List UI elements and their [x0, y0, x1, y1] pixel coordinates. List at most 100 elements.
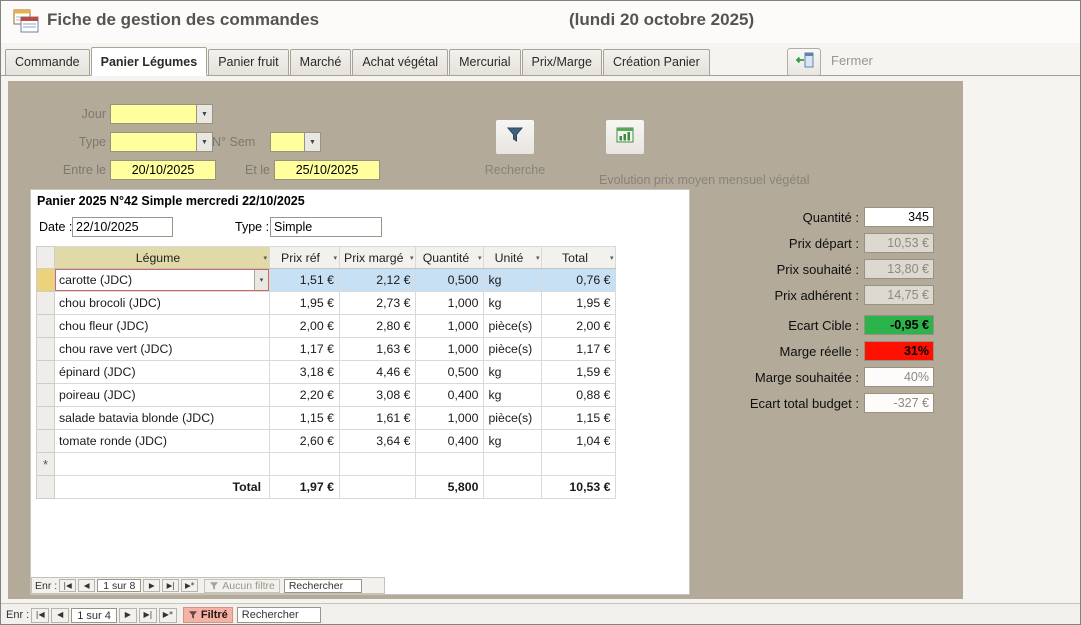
next-record-button[interactable]: ▶ [143, 579, 160, 592]
new-record-button[interactable]: ▶* [181, 579, 198, 592]
column-filter-arrow-icon[interactable]: ▾ [410, 254, 414, 262]
cell-unite[interactable] [484, 453, 542, 476]
cell-quantite[interactable]: 1,000 [416, 338, 484, 361]
chevron-down-icon[interactable]: ▼ [196, 104, 213, 124]
cell-editor[interactable]: carotte (JDC)▾ [55, 269, 269, 291]
cell-unite[interactable]: pièce(s) [484, 338, 542, 361]
cell-legume[interactable]: poireau (JDC) [55, 384, 270, 407]
date-debut-field[interactable]: 20/10/2025 [110, 160, 216, 180]
datasheet-corner[interactable] [37, 247, 55, 269]
column-header-total[interactable]: Total▾ [542, 247, 616, 269]
num-semaine-field[interactable] [270, 132, 304, 152]
cell-prix-ref[interactable]: 1,17 € [270, 338, 340, 361]
cell-legume[interactable]: carotte (JDC)▾ [55, 269, 270, 292]
cell-unite[interactable]: kg [484, 384, 542, 407]
cell-quantite[interactable] [416, 453, 484, 476]
cell-prix-marge[interactable]: 3,64 € [340, 430, 416, 453]
tab-panier-fruit[interactable]: Panier fruit [208, 49, 288, 76]
tab-commande[interactable]: Commande [5, 49, 90, 76]
cell-quantite[interactable]: 0,500 [416, 269, 484, 292]
date-fin-field[interactable]: 25/10/2025 [274, 160, 380, 180]
cell-prix-ref[interactable]: 1,15 € [270, 407, 340, 430]
type-filter-field[interactable] [110, 132, 196, 152]
cell-unite[interactable]: kg [484, 269, 542, 292]
cell-legume[interactable] [55, 453, 270, 476]
cell-prix-marge[interactable]: 1,63 € [340, 338, 416, 361]
row-selector[interactable] [37, 338, 55, 361]
cell-total[interactable] [542, 453, 616, 476]
column-filter-arrow-icon[interactable]: ▾ [333, 254, 337, 262]
cell-total[interactable]: 2,00 € [542, 315, 616, 338]
cell-unite[interactable]: pièce(s) [484, 315, 542, 338]
cell-prix-marge[interactable]: 2,73 € [340, 292, 416, 315]
row-selector[interactable] [37, 361, 55, 384]
cell-total[interactable]: 1,04 € [542, 430, 616, 453]
cell-quantite[interactable]: 0,500 [416, 361, 484, 384]
cell-prix-marge[interactable]: 2,80 € [340, 315, 416, 338]
datasheet-search-input[interactable]: Rechercher [284, 579, 362, 593]
cell-unite[interactable]: kg [484, 292, 542, 315]
row-selector[interactable] [37, 292, 55, 315]
first-record-button[interactable]: |◀ [31, 608, 49, 623]
cell-unite[interactable]: kg [484, 361, 542, 384]
row-selector[interactable] [37, 407, 55, 430]
row-selector[interactable] [37, 315, 55, 338]
column-header-unite[interactable]: Unité▾ [484, 247, 542, 269]
chevron-down-icon[interactable]: ▼ [196, 132, 213, 152]
cell-unite[interactable]: kg [484, 430, 542, 453]
cell-quantite[interactable]: 1,000 [416, 315, 484, 338]
new-record-selector[interactable]: * [37, 453, 55, 476]
column-filter-arrow-icon[interactable]: ▾ [536, 254, 540, 262]
previous-record-button[interactable]: ◀ [78, 579, 95, 592]
cell-prix-ref[interactable] [270, 453, 340, 476]
cell-legume[interactable]: chou rave vert (JDC) [55, 338, 270, 361]
cell-prix-ref[interactable]: 2,60 € [270, 430, 340, 453]
cell-prix-ref[interactable]: 1,95 € [270, 292, 340, 315]
column-header-quantite[interactable]: Quantité▾ [416, 247, 484, 269]
filter-state-toggle[interactable]: Filtré [183, 607, 233, 623]
cell-legume[interactable]: chou fleur (JDC) [55, 315, 270, 338]
cell-total[interactable]: 1,95 € [542, 292, 616, 315]
jour-field[interactable] [110, 104, 196, 124]
row-selector[interactable] [37, 430, 55, 453]
combo-arrow-icon[interactable]: ▾ [254, 270, 268, 290]
cell-legume[interactable]: tomate ronde (JDC) [55, 430, 270, 453]
cell-prix-ref[interactable]: 2,00 € [270, 315, 340, 338]
tab-panier-legumes[interactable]: Panier Légumes [91, 47, 208, 76]
summary-value-quantite[interactable]: 345 [864, 207, 934, 227]
evolution-button[interactable] [605, 119, 645, 155]
cell-prix-marge[interactable]: 3,08 € [340, 384, 416, 407]
jour-combobox[interactable]: ▼ [110, 104, 213, 124]
first-record-button[interactable]: |◀ [59, 579, 76, 592]
tab-creation-panier[interactable]: Création Panier [603, 49, 710, 76]
cell-quantite[interactable]: 0,400 [416, 384, 484, 407]
record-position[interactable]: 1 sur 8 [97, 579, 141, 592]
column-filter-arrow-icon[interactable]: ▾ [610, 254, 614, 262]
cell-prix-marge[interactable]: 2,12 € [340, 269, 416, 292]
cell-prix-ref[interactable]: 2,20 € [270, 384, 340, 407]
cell-quantite[interactable]: 1,000 [416, 292, 484, 315]
row-selector[interactable] [37, 269, 55, 292]
fermer-button[interactable] [787, 48, 821, 76]
tab-achat-vegetal[interactable]: Achat végétal [352, 49, 448, 76]
cell-legume[interactable]: épinard (JDC) [55, 361, 270, 384]
cell-total[interactable]: 1,59 € [542, 361, 616, 384]
last-record-button[interactable]: ▶| [162, 579, 179, 592]
cell-unite[interactable]: pièce(s) [484, 407, 542, 430]
cell-prix-marge[interactable]: 4,46 € [340, 361, 416, 384]
main-search-input[interactable]: Rechercher [237, 607, 321, 623]
cell-prix-ref[interactable]: 1,51 € [270, 269, 340, 292]
cell-prix-ref[interactable]: 3,18 € [270, 361, 340, 384]
row-selector[interactable] [37, 384, 55, 407]
recherche-button[interactable] [495, 119, 535, 155]
column-header-legume[interactable]: Légume▾ [55, 247, 270, 269]
cell-prix-marge[interactable]: 1,61 € [340, 407, 416, 430]
cell-total[interactable]: 1,15 € [542, 407, 616, 430]
cell-legume[interactable]: salade batavia blonde (JDC) [55, 407, 270, 430]
cell-total[interactable]: 0,88 € [542, 384, 616, 407]
tab-prix-marge[interactable]: Prix/Marge [522, 49, 602, 76]
previous-record-button[interactable]: ◀ [51, 608, 69, 623]
cell-quantite[interactable]: 1,000 [416, 407, 484, 430]
column-header-prix-ref[interactable]: Prix réf▾ [270, 247, 340, 269]
type-filter-combobox[interactable]: ▼ [110, 132, 213, 152]
